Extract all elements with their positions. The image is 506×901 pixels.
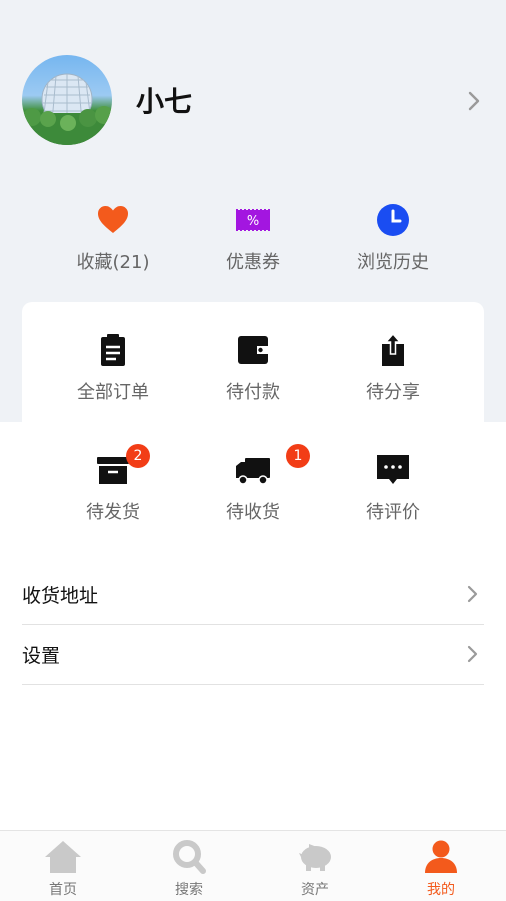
comment-icon [377, 455, 409, 484]
piggy-bank-icon [299, 844, 331, 871]
all-orders-button[interactable]: 全部订单 [43, 332, 183, 422]
pending-receipt-label: 待收货 [226, 502, 280, 523]
coupon-icon: % [236, 209, 270, 231]
tab-label: 首页 [49, 882, 77, 898]
pending-shipment-button[interactable]: 待发货 2 [43, 444, 183, 542]
menu-item-settings[interactable]: 设置 [22, 625, 484, 685]
home-icon [45, 841, 81, 873]
svg-text:%: % [247, 214, 259, 229]
tab-me[interactable]: 我的 [378, 831, 504, 901]
pending-review-label: 待评价 [366, 502, 420, 523]
wallet-icon [238, 336, 268, 364]
pending-share-button[interactable]: 待分享 [323, 332, 463, 422]
receipt-count-badge: 1 [286, 444, 310, 468]
clipboard-icon [101, 334, 125, 366]
tab-search[interactable]: 搜索 [126, 831, 252, 901]
coupons-label: 优惠券 [226, 252, 280, 273]
tab-assets[interactable]: 资产 [252, 831, 378, 901]
menu-item-label: 设置 [22, 645, 61, 667]
user-name: 小七 [136, 85, 193, 118]
search-icon [173, 840, 206, 874]
settings-menu: 收货地址 设置 [22, 565, 484, 685]
bottom-tab-bar: 首页 搜索 资产 我的 [0, 830, 506, 901]
pending-payment-label: 待付款 [226, 382, 280, 403]
quick-links: 收藏(21) % 优惠券 浏览历史 [0, 196, 506, 286]
clock-icon [377, 204, 409, 236]
chevron-right-icon [467, 585, 478, 603]
history-link[interactable]: 浏览历史 [323, 196, 463, 286]
tab-label: 搜索 [175, 882, 203, 898]
avatar[interactable] [22, 55, 112, 145]
tab-home[interactable]: 首页 [0, 831, 126, 901]
history-label: 浏览历史 [357, 252, 429, 273]
pending-receipt-button[interactable]: 待收货 1 [183, 444, 323, 542]
truck-icon [236, 458, 270, 485]
orders-card: 全部订单 待付款 待分享 待发货 2 待收货 1 待评价 [22, 302, 484, 532]
pending-share-label: 待分享 [366, 382, 420, 403]
all-orders-label: 全部订单 [77, 382, 149, 403]
tab-label: 资产 [301, 882, 329, 898]
share-icon [382, 332, 404, 366]
pending-payment-button[interactable]: 待付款 [183, 332, 323, 422]
tab-label: 我的 [427, 882, 455, 898]
menu-item-label: 收货地址 [22, 585, 99, 607]
heart-icon [98, 206, 128, 233]
coupons-link[interactable]: % 优惠券 [183, 196, 323, 286]
pending-shipment-label: 待发货 [86, 502, 140, 523]
favorites-link[interactable]: 收藏(21) [43, 196, 183, 286]
profile-header[interactable]: 小七 [0, 0, 506, 200]
chevron-right-icon [467, 645, 478, 663]
pending-review-button[interactable]: 待评价 [323, 452, 463, 542]
favorites-label: 收藏(21) [76, 252, 150, 273]
menu-item-address[interactable]: 收货地址 [22, 565, 484, 625]
shipment-count-badge: 2 [126, 444, 150, 468]
user-icon [425, 840, 457, 873]
chevron-right-icon[interactable] [466, 90, 482, 112]
